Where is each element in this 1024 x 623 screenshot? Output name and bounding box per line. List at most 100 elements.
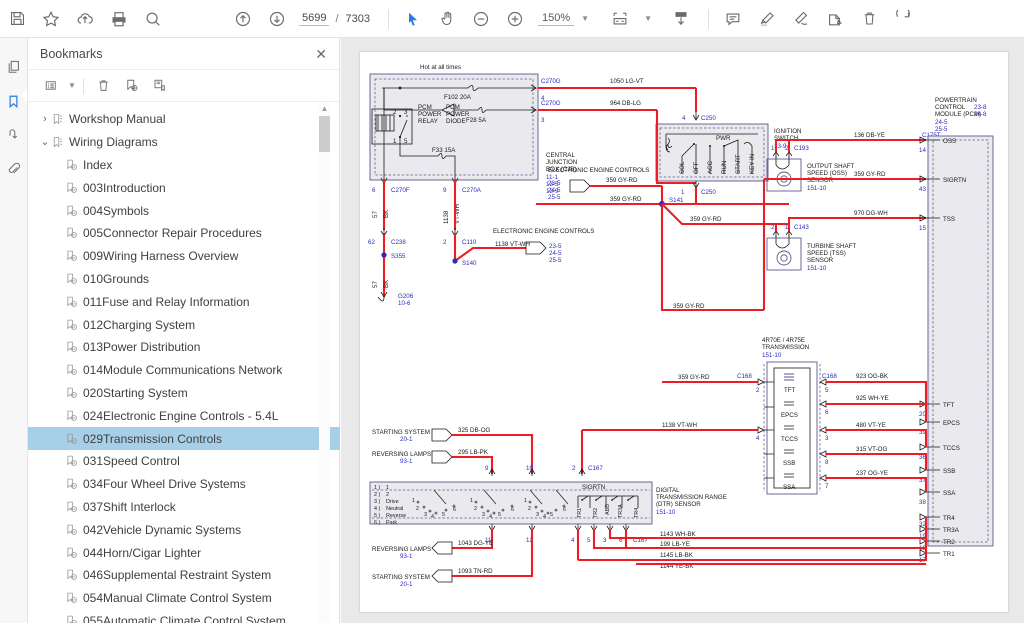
- chevron-down-icon-view[interactable]: ▼: [644, 14, 652, 23]
- bookmark-icon[interactable]: [2, 84, 26, 118]
- draw-icon[interactable]: [784, 4, 818, 34]
- page-number-input[interactable]: 5699: [299, 11, 329, 26]
- bookmark-item[interactable]: 009Wiring Harness Overview: [28, 245, 340, 268]
- bookmark-item[interactable]: 011Fuse and Relay Information: [28, 290, 340, 313]
- chevron-down-icon: ▼: [581, 14, 589, 23]
- zoom-in-button[interactable]: [498, 4, 532, 34]
- scroll-mode-icon[interactable]: [664, 4, 698, 34]
- bookmark-item[interactable]: 004Symbols: [28, 199, 340, 222]
- trans-label-2: TRANSMISSION: [762, 344, 809, 351]
- print-icon[interactable]: [102, 4, 136, 34]
- fit-page-icon[interactable]: [603, 4, 637, 34]
- bookmark-page-icon: [66, 319, 78, 331]
- dtr-gear-num-3: 3 ): [374, 499, 380, 505]
- c168-right-pin7: 7: [825, 483, 829, 490]
- zoom-out-button[interactable]: [464, 4, 498, 34]
- bookmark-item-label: 011Fuse and Relay Information: [83, 295, 250, 309]
- dtr-pos-1a: 1: [412, 498, 415, 504]
- relay-pin-2: 2: [393, 109, 397, 116]
- scrollbar-thumb[interactable]: [319, 116, 330, 152]
- bookmark-item[interactable]: 013Power Distribution: [28, 336, 340, 359]
- close-icon[interactable]: ✕: [315, 47, 327, 61]
- next-page-button[interactable]: [260, 4, 294, 34]
- fuse-f33-label: F33 15A: [432, 147, 456, 154]
- pdf-page: .w { stroke:#ee1c25; stroke-width:2.1; f…: [360, 52, 1008, 612]
- bookmark-item[interactable]: 010Grounds: [28, 268, 340, 291]
- select-tool-icon[interactable]: [396, 4, 430, 34]
- pcm-num-ssa: 38: [919, 499, 926, 506]
- dtr-gear-num-6: 6 ): [374, 520, 380, 526]
- bookmark-item[interactable]: 003Introduction: [28, 176, 340, 199]
- tss-pcm-pin: 15: [919, 225, 926, 232]
- c270f-pin: 6: [372, 187, 376, 194]
- bookmark-item[interactable]: 024Electronic Engine Controls - 5.4L: [28, 404, 340, 427]
- bookmarks-scrollbar[interactable]: ▲: [319, 102, 330, 623]
- bookmark-item[interactable]: 037Shift Interlock: [28, 496, 340, 519]
- bookmark-item[interactable]: 012Charging System: [28, 313, 340, 336]
- pcm-pin-oss: OSS: [943, 138, 956, 145]
- wire-325-label: 325 DB-OG: [458, 427, 491, 434]
- eec-mid-ref-1: 23-5: [549, 243, 562, 250]
- pcm-pin-tr3a: TR3A: [943, 527, 960, 534]
- bookmark-item[interactable]: 046Supplemental Restraint System: [28, 564, 340, 587]
- delete-bookmark-icon[interactable]: [91, 74, 117, 98]
- cloud-upload-icon[interactable]: [68, 4, 102, 34]
- stamp-icon[interactable]: [818, 4, 852, 34]
- bookmark-item[interactable]: 005Connector Repair Procedures: [28, 222, 340, 245]
- bookmark-item[interactable]: 014Module Communications Network: [28, 359, 340, 382]
- document-viewport[interactable]: .w { stroke:#ee1c25; stroke-width:2.1; f…: [341, 38, 1024, 623]
- c193-pin1: 1: [771, 145, 775, 152]
- pcm-power-diode-label: PCM: [446, 104, 460, 111]
- g206-label: G206: [398, 293, 414, 300]
- star-icon[interactable]: [34, 4, 68, 34]
- edit-bookmark-icon[interactable]: [147, 74, 173, 98]
- bookmark-item[interactable]: Index: [28, 154, 340, 177]
- hand-tool-icon[interactable]: [430, 4, 464, 34]
- rotate-icon[interactable]: [886, 4, 920, 34]
- bookmarks-list[interactable]: › Workshop Manual ⌄Wiring DiagramsIndex003…: [28, 102, 340, 623]
- eec-top-ref-1: 23-5: [548, 180, 561, 187]
- bookmark-item[interactable]: 055Automatic Climate Control System: [28, 610, 340, 623]
- c238-pin: 62: [368, 239, 375, 246]
- c250-bot-pin: 1: [681, 189, 685, 196]
- pcm-ref-l2: 25-5: [935, 126, 948, 133]
- bookmark-item[interactable]: ⌄Wiring Diagrams: [28, 131, 340, 154]
- scroll-up-arrow-icon[interactable]: ▲: [319, 102, 330, 115]
- bookmark-item[interactable]: 042Vehicle Dynamic Systems: [28, 518, 340, 541]
- dtr-gear-num-1: 1 ): [374, 485, 380, 491]
- zoom-level-select[interactable]: 150% ▼: [538, 11, 589, 26]
- tss-label-1: TURBINE SHAFT: [807, 243, 856, 250]
- bookmark-item[interactable]: › Workshop Manual: [28, 108, 340, 131]
- add-bookmark-icon[interactable]: [119, 74, 145, 98]
- highlight-icon[interactable]: [750, 4, 784, 34]
- ign-pos-sol: SOL: [679, 161, 686, 174]
- eec-mid-ref-2: 24-5: [549, 250, 562, 257]
- bookmark-page-icon: [66, 433, 78, 445]
- save-icon[interactable]: [0, 4, 34, 34]
- comment-icon[interactable]: [716, 4, 750, 34]
- search-icon[interactable]: [136, 4, 170, 34]
- bookmark-item[interactable]: 031Speed Control: [28, 450, 340, 473]
- pcm-label-2: CONTROL: [935, 104, 966, 111]
- bookmark-item-label: Workshop Manual: [69, 112, 166, 126]
- pcm-ref-l1: 24-5: [935, 119, 948, 126]
- chevron-down-icon-bookmarks[interactable]: ▼: [68, 81, 76, 90]
- bookmark-item-label: 012Charging System: [83, 318, 195, 332]
- eec-top-label: ELECTRONIC ENGINE CONTROLS: [548, 167, 649, 174]
- bookmark-item[interactable]: 034Four Wheel Drive Systems: [28, 473, 340, 496]
- signature-icon[interactable]: [2, 118, 26, 152]
- list-options-icon[interactable]: [38, 74, 64, 98]
- bookmark-page-icon: [66, 478, 78, 490]
- c238-label: C238: [391, 239, 406, 246]
- attachment-icon[interactable]: [2, 152, 26, 186]
- thumbnails-icon[interactable]: [2, 50, 26, 84]
- ign-pos-acc: ACC: [707, 160, 714, 174]
- bookmark-item[interactable]: 044Horn/Cigar Lighter: [28, 541, 340, 564]
- bookmark-item-label: 014Module Communications Network: [83, 363, 282, 377]
- chevron-right-icon[interactable]: ›: [38, 113, 52, 125]
- delete-icon[interactable]: [852, 4, 886, 34]
- previous-page-button[interactable]: [226, 4, 260, 34]
- bookmark-item[interactable]: 020Starting System: [28, 382, 340, 405]
- bookmark-item[interactable]: 054Manual Climate Control System: [28, 587, 340, 610]
- bookmark-item[interactable]: 029Transmission Controls: [28, 427, 340, 450]
